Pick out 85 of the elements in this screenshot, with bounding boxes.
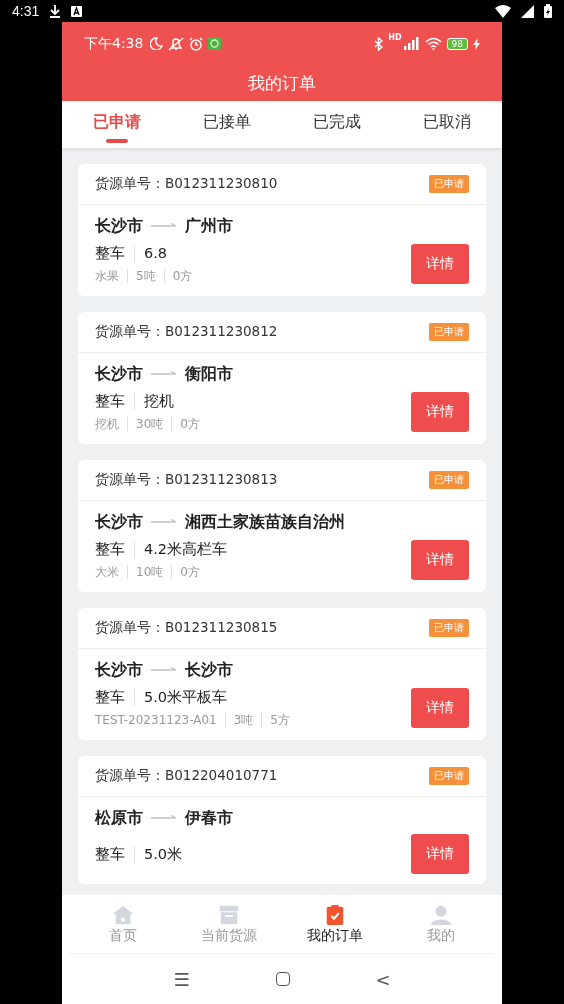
home-key[interactable] xyxy=(275,972,290,986)
cargo-number: 货源单号：B012311230810 xyxy=(95,175,278,193)
status-tag: 已申请 xyxy=(429,767,469,785)
transport-mode: 整车 xyxy=(95,243,125,263)
status-tag: 已申请 xyxy=(429,323,469,341)
details-button[interactable]: 详情 xyxy=(411,688,469,728)
vehicle-spec: 6.8 xyxy=(144,245,168,261)
home-icon xyxy=(112,903,134,926)
cargo-number: 货源单号：B012311230812 xyxy=(95,323,278,341)
vehicle-spec: 4.2米高栏车 xyxy=(144,539,228,559)
signal-icon xyxy=(521,4,534,18)
order-status-tab[interactable]: 已接单 xyxy=(172,101,282,148)
cargo-detail: 5方 xyxy=(270,711,290,729)
archive-box-icon xyxy=(218,903,240,926)
arrow-icon xyxy=(151,815,177,821)
arrow-icon xyxy=(151,519,177,525)
cargo-detail: 0方 xyxy=(180,563,200,581)
clipboard-check-icon xyxy=(324,903,346,926)
details-button[interactable]: 详情 xyxy=(411,244,469,284)
cargo-detail: 5吨 xyxy=(136,267,156,285)
download-icon xyxy=(49,4,62,18)
details-button[interactable]: 详情 xyxy=(411,540,469,580)
battery-icon xyxy=(544,4,552,18)
vehicle-spec: 5.0米 xyxy=(144,844,183,864)
charging-bolt-icon xyxy=(473,37,480,50)
arrow-icon xyxy=(151,667,177,673)
order-status-tab[interactable]: 已申请 xyxy=(62,101,172,148)
network-type-label: HD xyxy=(388,33,402,42)
details-button[interactable]: 详情 xyxy=(411,392,469,432)
cargo-detail: 10吨 xyxy=(136,563,164,581)
order-status-tab[interactable]: 已完成 xyxy=(282,101,392,148)
app-notification-icon xyxy=(71,5,83,17)
details-button[interactable]: 详情 xyxy=(411,834,469,874)
cargo-detail: 水果 xyxy=(95,267,119,285)
cargo-number: 货源单号：B012204010771 xyxy=(95,767,278,785)
menu-key[interactable]: ☰ xyxy=(167,968,196,990)
transport-mode: 整车 xyxy=(95,687,125,707)
back-key[interactable]: < xyxy=(369,968,397,990)
bottom-nav-item[interactable]: 我的订单 xyxy=(282,895,388,953)
signal-bars-icon xyxy=(403,37,420,50)
vehicle-spec: 5.0米平板车 xyxy=(144,687,228,707)
destination-city: 衡阳市 xyxy=(185,363,233,385)
cargo-detail: 0方 xyxy=(180,415,200,433)
transport-mode: 整车 xyxy=(95,539,125,559)
arrow-icon xyxy=(151,223,177,229)
destination-city: 伊春市 xyxy=(185,807,233,829)
battery-level: 98 xyxy=(446,37,468,50)
status-time: 下午4:38 xyxy=(84,34,144,53)
bottom-nav-item[interactable]: 我的 xyxy=(388,895,494,953)
destination-city: 湘西土家族苗族自治州 xyxy=(185,511,345,533)
page-title: 我的订单 xyxy=(248,71,316,95)
cargo-number: 货源单号：B012311230813 xyxy=(95,471,278,489)
cargo-detail: 0方 xyxy=(172,267,193,285)
origin-city: 长沙市 xyxy=(95,659,143,681)
cargo-detail: 挖机 xyxy=(95,415,119,433)
status-time: 4:31 xyxy=(12,3,40,19)
wifi-icon xyxy=(424,37,442,50)
origin-city: 长沙市 xyxy=(95,215,143,237)
cargo-number: 货源单号：B012311230815 xyxy=(95,619,278,637)
origin-city: 松原市 xyxy=(95,807,143,829)
moon-icon xyxy=(150,37,164,50)
bottom-nav-item[interactable]: 当前货源 xyxy=(176,895,282,953)
status-tag: 已申请 xyxy=(429,175,469,193)
transport-mode: 整车 xyxy=(95,391,125,411)
status-tag: 已申请 xyxy=(429,619,469,637)
origin-city: 长沙市 xyxy=(95,363,143,385)
destination-city: 广州市 xyxy=(185,215,233,237)
status-tag: 已申请 xyxy=(429,471,469,489)
cargo-detail: TEST-20231123-A01 xyxy=(95,713,217,727)
arrow-icon xyxy=(151,371,177,377)
wifi-icon xyxy=(495,4,511,18)
user-icon xyxy=(430,903,452,926)
vehicle-spec: 挖机 xyxy=(144,391,174,411)
destination-city: 长沙市 xyxy=(185,659,233,681)
app-notification-icon xyxy=(208,37,222,50)
alarm-clock-icon xyxy=(189,36,204,51)
bottom-nav-item[interactable]: 首页 xyxy=(70,895,176,953)
cargo-detail: 大米 xyxy=(95,563,119,581)
transport-mode: 整车 xyxy=(95,844,125,864)
cargo-detail: 3吨 xyxy=(233,711,254,729)
cargo-detail: 30吨 xyxy=(136,415,164,433)
bluetooth-icon xyxy=(374,36,384,51)
order-status-tab[interactable]: 已取消 xyxy=(392,101,502,148)
origin-city: 长沙市 xyxy=(95,511,143,533)
bell-off-icon xyxy=(168,36,185,51)
